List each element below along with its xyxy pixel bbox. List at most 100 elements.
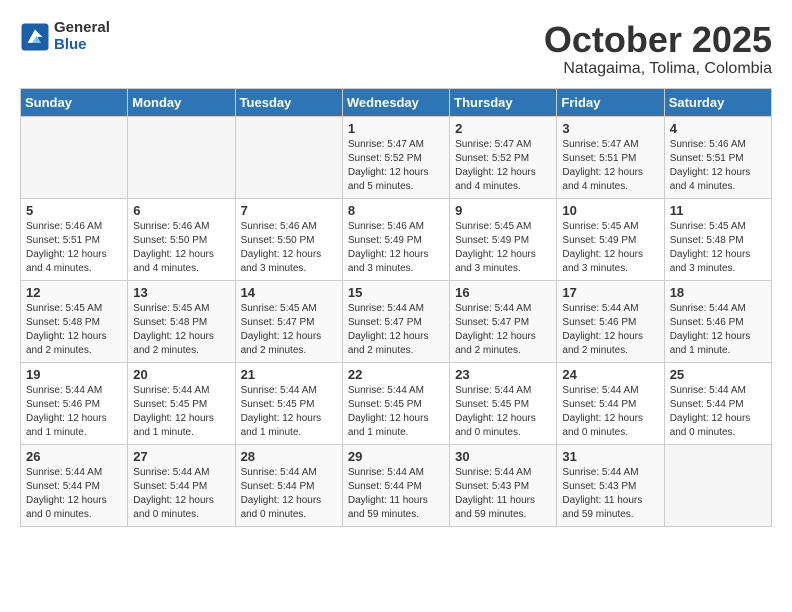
day-info: Sunrise: 5:46 AM Sunset: 5:51 PM Dayligh… (670, 138, 766, 194)
calendar-cell: 13 Sunrise: 5:45 AM Sunset: 5:48 PM Dayli… (128, 280, 235, 362)
day-info: Sunrise: 5:44 AM Sunset: 5:44 PM Dayligh… (241, 466, 337, 522)
logo-blue-label: Blue (54, 37, 110, 54)
day-number: 8 (348, 203, 444, 218)
day-number: 23 (455, 367, 551, 382)
day-info: Sunrise: 5:47 AM Sunset: 5:52 PM Dayligh… (455, 138, 551, 194)
day-number: 14 (241, 285, 337, 300)
calendar-cell: 7 Sunrise: 5:46 AM Sunset: 5:50 PM Daylig… (235, 198, 342, 280)
day-number: 16 (455, 285, 551, 300)
day-number: 21 (241, 367, 337, 382)
day-info: Sunrise: 5:46 AM Sunset: 5:51 PM Dayligh… (26, 220, 122, 276)
weekday-header-row: SundayMondayTuesdayWednesdayThursdayFrid… (21, 88, 772, 116)
calendar-cell: 21 Sunrise: 5:44 AM Sunset: 5:45 PM Dayli… (235, 362, 342, 444)
day-number: 15 (348, 285, 444, 300)
calendar-cell (235, 116, 342, 198)
day-number: 6 (133, 203, 229, 218)
day-number: 22 (348, 367, 444, 382)
day-info: Sunrise: 5:45 AM Sunset: 5:49 PM Dayligh… (455, 220, 551, 276)
calendar-cell: 9 Sunrise: 5:45 AM Sunset: 5:49 PM Daylig… (450, 198, 557, 280)
day-number: 28 (241, 449, 337, 464)
calendar-cell: 27 Sunrise: 5:44 AM Sunset: 5:44 PM Dayli… (128, 444, 235, 526)
month-year-title: October 2025 (544, 20, 772, 60)
day-info: Sunrise: 5:45 AM Sunset: 5:48 PM Dayligh… (670, 220, 766, 276)
day-number: 19 (26, 367, 122, 382)
calendar-cell: 8Sunrise: 5:46 AM Sunset: 5:49 PM Daylig… (342, 198, 449, 280)
day-number: 20 (133, 367, 229, 382)
day-info: Sunrise: 5:44 AM Sunset: 5:46 PM Dayligh… (26, 384, 122, 440)
calendar-cell: 25 Sunrise: 5:44 AM Sunset: 5:44 PM Dayli… (664, 362, 771, 444)
calendar-cell: 6 Sunrise: 5:46 AM Sunset: 5:50 PM Daylig… (128, 198, 235, 280)
day-info: Sunrise: 5:46 AM Sunset: 5:50 PM Dayligh… (241, 220, 337, 276)
day-info: Sunrise: 5:44 AM Sunset: 5:44 PM Dayligh… (133, 466, 229, 522)
weekday-header-wednesday: Wednesday (342, 88, 449, 116)
calendar-cell: 26 Sunrise: 5:44 AM Sunset: 5:44 PM Dayli… (21, 444, 128, 526)
calendar-cell: 19 Sunrise: 5:44 AM Sunset: 5:46 PM Dayli… (21, 362, 128, 444)
calendar-cell: 14 Sunrise: 5:45 AM Sunset: 5:47 PM Dayli… (235, 280, 342, 362)
weekday-header-sunday: Sunday (21, 88, 128, 116)
day-number: 29 (348, 449, 444, 464)
weekday-header-monday: Monday (128, 88, 235, 116)
logo: General Blue (20, 20, 110, 53)
day-number: 2 (455, 121, 551, 136)
calendar-cell (128, 116, 235, 198)
calendar-cell: 28 Sunrise: 5:44 AM Sunset: 5:44 PM Dayli… (235, 444, 342, 526)
weekday-header-tuesday: Tuesday (235, 88, 342, 116)
day-number: 26 (26, 449, 122, 464)
calendar-cell: 17 Sunrise: 5:44 AM Sunset: 5:46 PM Dayli… (557, 280, 664, 362)
calendar-cell: 3Sunrise: 5:47 AM Sunset: 5:51 PM Daylig… (557, 116, 664, 198)
calendar-cell: 5 Sunrise: 5:46 AM Sunset: 5:51 PM Daylig… (21, 198, 128, 280)
logo-icon (20, 22, 50, 52)
day-number: 13 (133, 285, 229, 300)
day-info: Sunrise: 5:44 AM Sunset: 5:45 PM Dayligh… (455, 384, 551, 440)
day-number: 25 (670, 367, 766, 382)
day-info: Sunrise: 5:44 AM Sunset: 5:47 PM Dayligh… (348, 302, 444, 358)
calendar-cell: 20Sunrise: 5:44 AM Sunset: 5:45 PM Dayli… (128, 362, 235, 444)
calendar-cell: 16Sunrise: 5:44 AM Sunset: 5:47 PM Dayli… (450, 280, 557, 362)
calendar-cell: 18Sunrise: 5:44 AM Sunset: 5:46 PM Dayli… (664, 280, 771, 362)
calendar-cell: 29 Sunrise: 5:44 AM Sunset: 5:44 PM Dayli… (342, 444, 449, 526)
day-info: Sunrise: 5:44 AM Sunset: 5:44 PM Dayligh… (562, 384, 658, 440)
calendar-table: SundayMondayTuesdayWednesdayThursdayFrid… (20, 88, 772, 527)
location-subtitle: Natagaima, Tolima, Colombia (544, 60, 772, 78)
calendar-week-row: 26 Sunrise: 5:44 AM Sunset: 5:44 PM Dayli… (21, 444, 772, 526)
day-info: Sunrise: 5:45 AM Sunset: 5:48 PM Dayligh… (133, 302, 229, 358)
calendar-cell: 23 Sunrise: 5:44 AM Sunset: 5:45 PM Dayli… (450, 362, 557, 444)
day-number: 1 (348, 121, 444, 136)
day-info: Sunrise: 5:46 AM Sunset: 5:50 PM Dayligh… (133, 220, 229, 276)
day-info: Sunrise: 5:44 AM Sunset: 5:46 PM Dayligh… (562, 302, 658, 358)
calendar-cell: 24 Sunrise: 5:44 AM Sunset: 5:44 PM Dayli… (557, 362, 664, 444)
day-number: 17 (562, 285, 658, 300)
day-info: Sunrise: 5:44 AM Sunset: 5:44 PM Dayligh… (670, 384, 766, 440)
calendar-cell: 4 Sunrise: 5:46 AM Sunset: 5:51 PM Daylig… (664, 116, 771, 198)
day-number: 27 (133, 449, 229, 464)
day-info: Sunrise: 5:47 AM Sunset: 5:51 PM Dayligh… (562, 138, 658, 194)
day-number: 30 (455, 449, 551, 464)
header: General Blue October 2025 Natagaima, Tol… (20, 20, 772, 78)
day-number: 31 (562, 449, 658, 464)
day-info: Sunrise: 5:45 AM Sunset: 5:47 PM Dayligh… (241, 302, 337, 358)
day-number: 11 (670, 203, 766, 218)
calendar-cell: 10Sunrise: 5:45 AM Sunset: 5:49 PM Dayli… (557, 198, 664, 280)
calendar-cell: 15 Sunrise: 5:44 AM Sunset: 5:47 PM Dayli… (342, 280, 449, 362)
calendar-cell (664, 444, 771, 526)
day-number: 24 (562, 367, 658, 382)
calendar-cell: 2 Sunrise: 5:47 AM Sunset: 5:52 PM Daylig… (450, 116, 557, 198)
calendar-cell (21, 116, 128, 198)
calendar-cell: 12Sunrise: 5:45 AM Sunset: 5:48 PM Dayli… (21, 280, 128, 362)
title-area: October 2025 Natagaima, Tolima, Colombia (544, 20, 772, 78)
calendar-cell: 1Sunrise: 5:47 AM Sunset: 5:52 PM Daylig… (342, 116, 449, 198)
day-info: Sunrise: 5:44 AM Sunset: 5:43 PM Dayligh… (562, 466, 658, 522)
day-info: Sunrise: 5:45 AM Sunset: 5:49 PM Dayligh… (562, 220, 658, 276)
day-info: Sunrise: 5:44 AM Sunset: 5:45 PM Dayligh… (241, 384, 337, 440)
day-number: 9 (455, 203, 551, 218)
logo-text: General Blue (54, 20, 110, 53)
logo-general-label: General (54, 20, 110, 37)
day-info: Sunrise: 5:44 AM Sunset: 5:44 PM Dayligh… (348, 466, 444, 522)
calendar-cell: 31 Sunrise: 5:44 AM Sunset: 5:43 PM Dayli… (557, 444, 664, 526)
day-number: 4 (670, 121, 766, 136)
day-info: Sunrise: 5:44 AM Sunset: 5:44 PM Dayligh… (26, 466, 122, 522)
day-number: 7 (241, 203, 337, 218)
day-info: Sunrise: 5:44 AM Sunset: 5:46 PM Dayligh… (670, 302, 766, 358)
day-number: 5 (26, 203, 122, 218)
weekday-header-saturday: Saturday (664, 88, 771, 116)
